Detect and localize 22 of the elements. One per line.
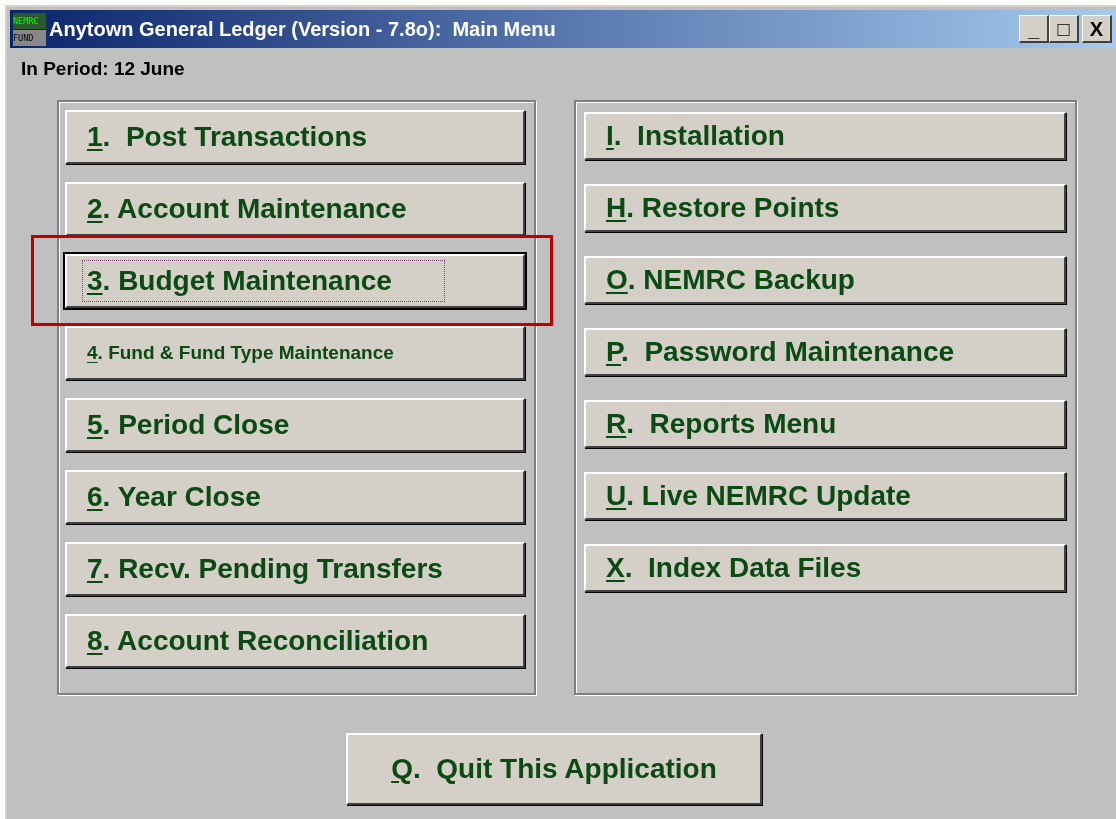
- menu-button[interactable]: P. Password Maintenance: [584, 328, 1066, 376]
- menu-button[interactable]: 3. Budget Maintenance: [65, 254, 525, 308]
- app-icon: NEMRC FUND: [13, 12, 46, 46]
- menu-button[interactable]: 4. Fund & Fund Type Maintenance: [65, 326, 525, 380]
- window-title: Anytown General Ledger (Version - 7.8o): Main Menu: [49, 17, 557, 41]
- menu-button[interactable]: 6. Year Close: [65, 470, 525, 524]
- menu-button[interactable]: O. NEMRC Backup: [584, 256, 1066, 304]
- menu-button[interactable]: X. Index Data Files: [584, 544, 1066, 592]
- menu-button[interactable]: H. Restore Points: [584, 184, 1066, 232]
- close-button[interactable]: X: [1082, 15, 1112, 43]
- minimize-button[interactable]: _: [1019, 15, 1049, 43]
- maximize-button[interactable]: □: [1049, 15, 1079, 43]
- menu-button[interactable]: R. Reports Menu: [584, 400, 1066, 448]
- menu-button[interactable]: 1. Post Transactions: [65, 110, 525, 164]
- period-label: In Period: 12 June: [20, 57, 186, 81]
- menu-button[interactable]: 5. Period Close: [65, 398, 525, 452]
- menu-button[interactable]: 2. Account Maintenance: [65, 182, 525, 236]
- menu-button[interactable]: 7. Recv. Pending Transfers: [65, 542, 525, 596]
- menu-button[interactable]: I. Installation: [584, 112, 1066, 160]
- menu-button[interactable]: 8. Account Reconciliation: [65, 614, 525, 668]
- menu-button[interactable]: Q. Quit This Application: [346, 733, 762, 805]
- menu-button[interactable]: U. Live NEMRC Update: [584, 472, 1066, 520]
